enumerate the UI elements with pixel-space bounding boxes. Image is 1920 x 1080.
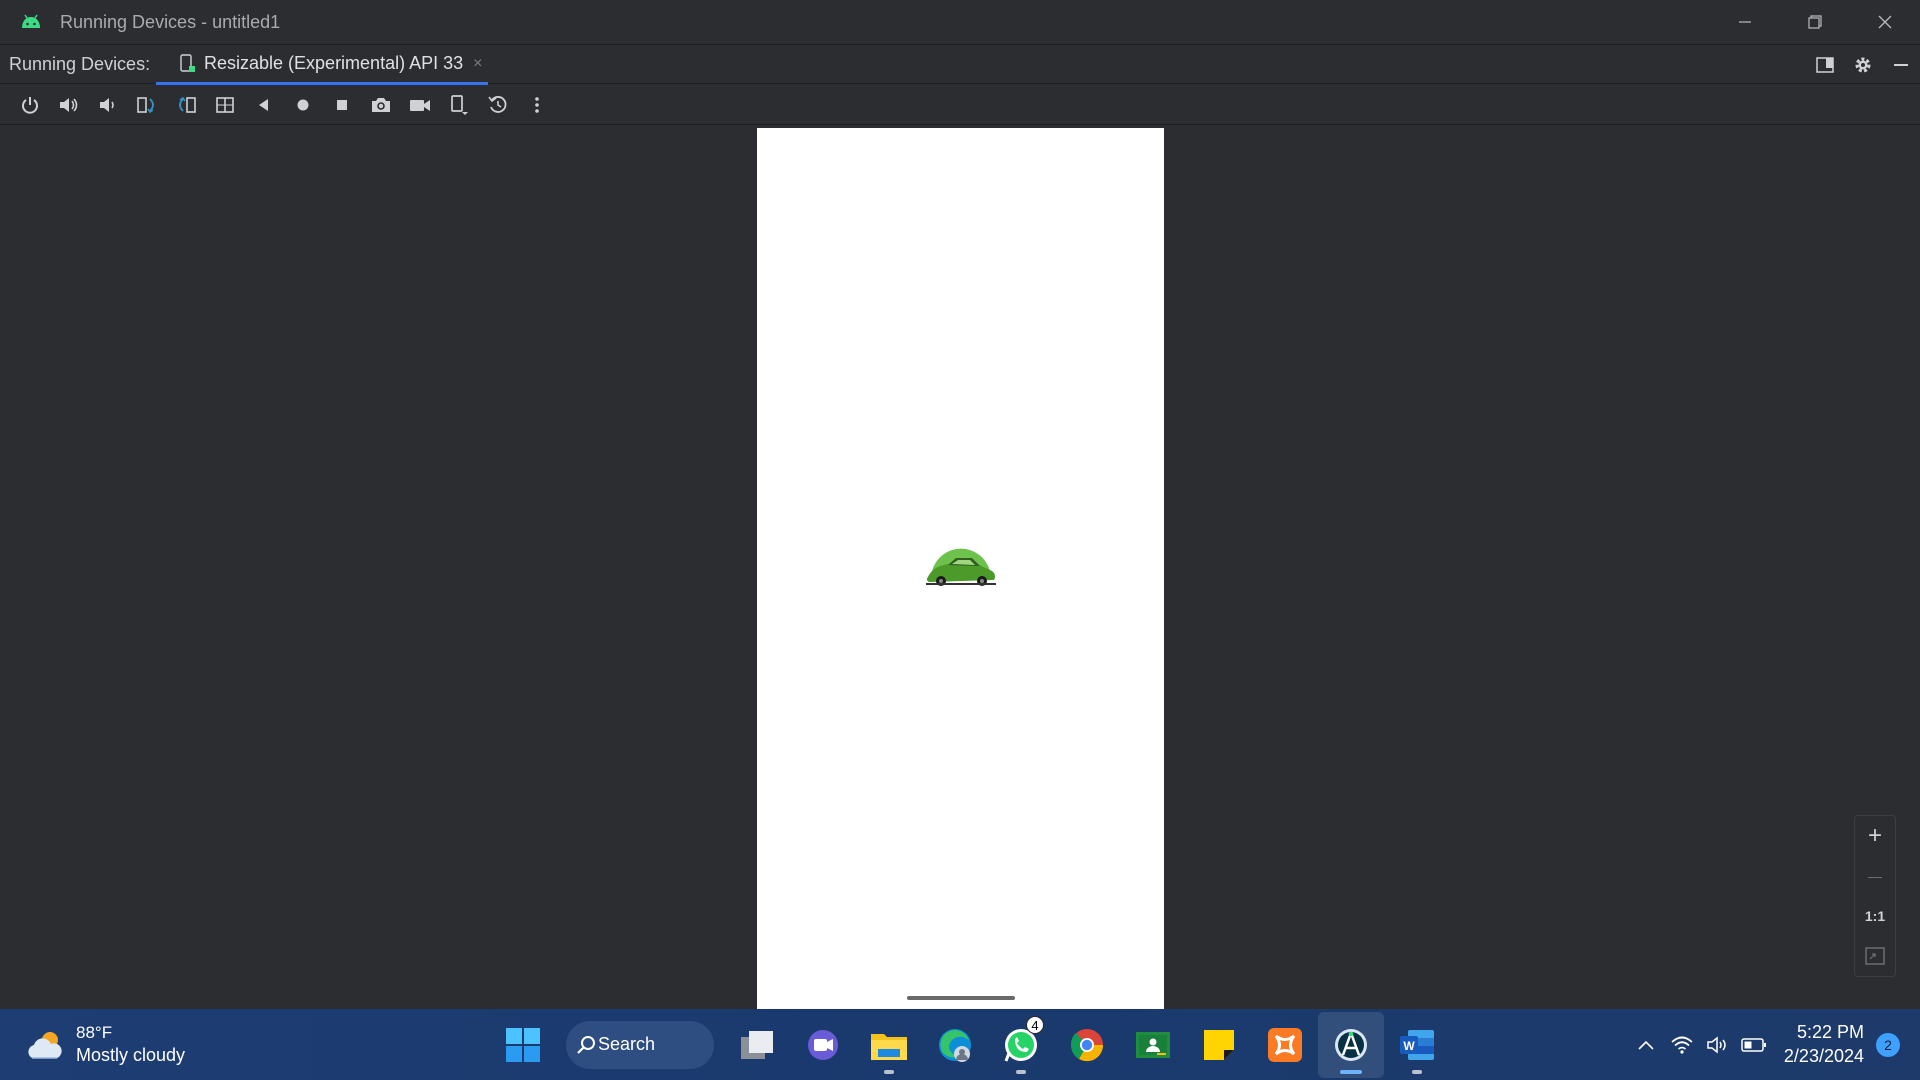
screenshot-icon[interactable] [361, 85, 400, 125]
chrome-icon[interactable] [1054, 1012, 1120, 1078]
classroom-icon[interactable] [1120, 1012, 1186, 1078]
sticky-notes-icon[interactable] [1186, 1012, 1252, 1078]
weather-widget[interactable]: 88°F Mostly cloudy [26, 1023, 185, 1066]
zoom-out-button[interactable]: — [1855, 856, 1895, 896]
window-title: Running Devices - untitled1 [60, 11, 281, 32]
clock-date: 2/23/2024 [1783, 1046, 1864, 1066]
active-indicator [1340, 1069, 1362, 1074]
emulator-toolbar [0, 85, 1920, 125]
tab-device-label: Resizable (Experimental) API 33 [204, 53, 464, 73]
layout-icon[interactable] [1806, 45, 1844, 85]
fold-icon[interactable] [205, 85, 244, 125]
minimize-icon[interactable] [1710, 0, 1780, 44]
reset-icon[interactable] [478, 85, 517, 125]
device-screen[interactable] [757, 128, 1164, 1009]
running-indicator [884, 1069, 894, 1074]
word-icon[interactable]: W [1384, 1012, 1450, 1078]
running-indicator [1412, 1069, 1422, 1074]
volume-down-icon[interactable] [88, 85, 127, 125]
android-studio-icon[interactable] [1318, 1011, 1384, 1078]
rotate-left-icon[interactable] [127, 85, 166, 125]
running-devices-tabbar: Running Devices: Resizable (Experimental… [0, 44, 1920, 85]
tab-device[interactable]: Resizable (Experimental) API 33 × [156, 45, 488, 85]
power-icon[interactable] [10, 85, 49, 125]
tab-close-icon[interactable]: × [473, 55, 482, 73]
notification-badge[interactable]: 2 [1876, 1032, 1900, 1057]
search-icon [577, 1035, 595, 1054]
clock-time: 5:22 PM [1796, 1022, 1864, 1042]
search-label: Search [598, 1034, 656, 1054]
taskbar-clock[interactable]: 5:22 PM 2/23/2024 [1784, 1022, 1864, 1067]
whatsapp-badge: 4 [1026, 1015, 1044, 1034]
svg-text:W: W [1403, 1039, 1415, 1053]
running-indicator [1016, 1069, 1026, 1074]
teams-chat-icon[interactable] [790, 1012, 856, 1078]
screen-record-icon[interactable] [400, 85, 439, 125]
device-viewport: + — 1:1 [0, 126, 1920, 1009]
restore-icon[interactable] [1780, 0, 1850, 44]
rotate-right-icon[interactable] [166, 85, 205, 125]
wifi-icon[interactable] [1664, 1025, 1700, 1065]
gesture-bar[interactable] [907, 996, 1015, 1000]
more-icon[interactable] [517, 85, 556, 125]
weather-temp: 88°F [76, 1023, 113, 1042]
cloudy-icon [28, 1031, 62, 1059]
window-titlebar: Running Devices - untitled1 [0, 0, 1920, 44]
battery-icon[interactable] [1736, 1025, 1772, 1065]
overview-icon[interactable] [322, 85, 361, 125]
speaker-icon[interactable] [1700, 1025, 1736, 1065]
gear-icon[interactable] [1844, 45, 1882, 85]
start-button[interactable] [490, 1012, 556, 1078]
android-icon [22, 14, 40, 28]
file-explorer-icon[interactable] [856, 1012, 922, 1078]
close-icon[interactable] [1850, 0, 1920, 44]
system-tray: 5:22 PM 2/23/2024 2 [1628, 1009, 1920, 1080]
chevron-up-icon[interactable] [1628, 1025, 1664, 1065]
task-view-icon[interactable] [724, 1012, 790, 1078]
volume-up-icon[interactable] [49, 85, 88, 125]
fit-icon[interactable] [1855, 936, 1895, 976]
weather-condition: Mostly cloudy [76, 1045, 186, 1065]
zoom-controls: + — 1:1 [1854, 815, 1896, 977]
running-devices-label: Running Devices: [9, 53, 151, 74]
zoom-in-button[interactable]: + [1855, 816, 1895, 856]
taskbar-search[interactable]: Search [566, 1020, 714, 1069]
xampp-icon[interactable] [1252, 1012, 1318, 1078]
car-logo-icon [926, 548, 996, 586]
edge-profile-icon[interactable] [922, 1012, 988, 1078]
zoom-actual-size-button[interactable]: 1:1 [1855, 896, 1895, 936]
home-icon[interactable] [283, 85, 322, 125]
back-icon[interactable] [244, 85, 283, 125]
device-frame-icon[interactable] [439, 85, 478, 125]
minimize-panel-icon[interactable] [1882, 45, 1920, 85]
whatsapp-icon[interactable]: 4 [988, 1012, 1054, 1078]
windows-taskbar: 88°F Mostly cloudy Search 4 W 5:22 PM 2/… [0, 1009, 1920, 1080]
windows-logo-icon [506, 1027, 540, 1062]
device-tab-icon [180, 53, 195, 72]
